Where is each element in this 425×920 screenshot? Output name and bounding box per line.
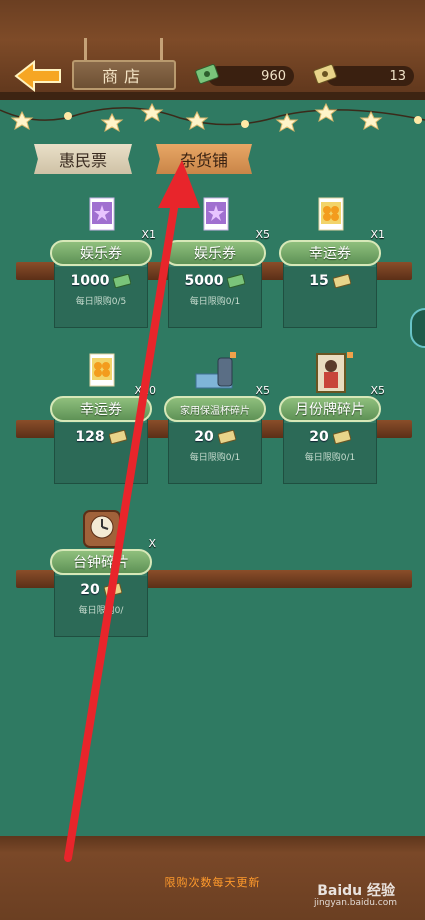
watermark-brand: Baidu 经验 (317, 883, 395, 899)
purchase-limit: 每日限购0/1 (304, 453, 356, 463)
price-value: 128 (75, 429, 105, 445)
price-value: 20 (309, 429, 329, 445)
item-name: 家用保温杯碎片 (164, 396, 266, 422)
item-cloth (54, 412, 148, 484)
item-cloth (283, 412, 377, 484)
purple-ticket-icon (89, 197, 115, 231)
item-cloth (54, 256, 148, 328)
cash-icon (227, 274, 246, 288)
thermos-fragment-icon (195, 352, 236, 389)
purchase-limit: 每日限购0/1 (189, 297, 241, 307)
item-name: 娱乐券 (164, 240, 266, 266)
cash-balance: 960 (208, 66, 294, 86)
cash-icon (113, 274, 132, 288)
ticket-icon (217, 430, 236, 444)
purchase-limit: 每日限购0/5 (75, 297, 127, 307)
tab-discount-tickets[interactable]: 惠民票 (34, 144, 132, 174)
item-price: 20 (160, 426, 270, 448)
item-quantity: X (148, 537, 156, 550)
shop-item[interactable]: X10 幸运券 128 (46, 352, 156, 492)
purchase-limit: 每日限购0/ (78, 606, 124, 616)
page-title: 商店 (72, 60, 176, 90)
string-lights-decoration (0, 102, 425, 133)
shop-item[interactable]: X1 娱乐券 1000 每日限购0/5 (46, 196, 156, 336)
clover-ticket-icon (89, 353, 115, 387)
item-cloth (54, 565, 148, 637)
item-name: 幸运券 (279, 240, 381, 266)
item-price: 20 (46, 579, 156, 601)
item-quantity: X5 (255, 228, 270, 241)
ticket-icon (332, 274, 351, 288)
price-value: 20 (194, 429, 214, 445)
price-value: 1000 (70, 273, 110, 289)
purchase-limit: 每日限购0/1 (189, 453, 241, 463)
purple-ticket-icon (203, 197, 229, 231)
item-cloth (283, 256, 377, 328)
ticket-icon (103, 583, 122, 597)
price-value: 20 (80, 582, 100, 598)
ticket-icon (332, 430, 351, 444)
item-name: 月份牌碎片 (279, 396, 381, 422)
shop-item[interactable]: X 台钟碎片 20 每日限购0/ (46, 505, 156, 645)
item-price: 1000 (46, 270, 156, 292)
item-price: 128 (46, 426, 156, 448)
item-name: 台钟碎片 (50, 549, 152, 575)
tab-general-store[interactable]: 杂货铺 (156, 144, 252, 174)
shop-item[interactable]: X5 家用保温杯碎片 20 每日限购0/1 (160, 352, 270, 492)
sign-rope-right (160, 38, 163, 62)
shop-item[interactable]: X5 娱乐券 5000 每日限购0/1 (160, 196, 270, 336)
price-value: 5000 (184, 273, 224, 289)
item-name: 幸运券 (50, 396, 152, 422)
shop-item[interactable]: X5 月份牌碎片 20 每日限购0/1 (275, 352, 385, 492)
watermark-url: jingyan.baidu.com (313, 898, 397, 908)
sign-rope-left (84, 38, 87, 62)
item-quantity: X5 (255, 384, 270, 397)
back-arrow-icon[interactable] (14, 60, 62, 92)
ticket-icon (313, 64, 337, 84)
price-value: 15 (309, 273, 329, 289)
item-cloth (168, 256, 262, 328)
item-quantity: X1 (141, 228, 156, 241)
item-name: 娱乐券 (50, 240, 152, 266)
item-quantity: X5 (370, 384, 385, 397)
item-price: 5000 (160, 270, 270, 292)
shop-item[interactable]: X1 幸运券 15 (275, 196, 385, 336)
item-price: 20 (275, 426, 385, 448)
cash-icon (195, 64, 219, 84)
calendar-poster-fragment-icon (316, 352, 353, 393)
item-quantity: X1 (370, 228, 385, 241)
desk-clock-fragment-icon (83, 510, 121, 548)
ticket-icon (108, 430, 127, 444)
item-price: 15 (275, 270, 385, 292)
side-drawer-handle[interactable] (410, 308, 425, 348)
item-cloth (168, 412, 262, 484)
ticket-balance: 13 (326, 66, 414, 86)
clover-ticket-icon (318, 197, 344, 231)
